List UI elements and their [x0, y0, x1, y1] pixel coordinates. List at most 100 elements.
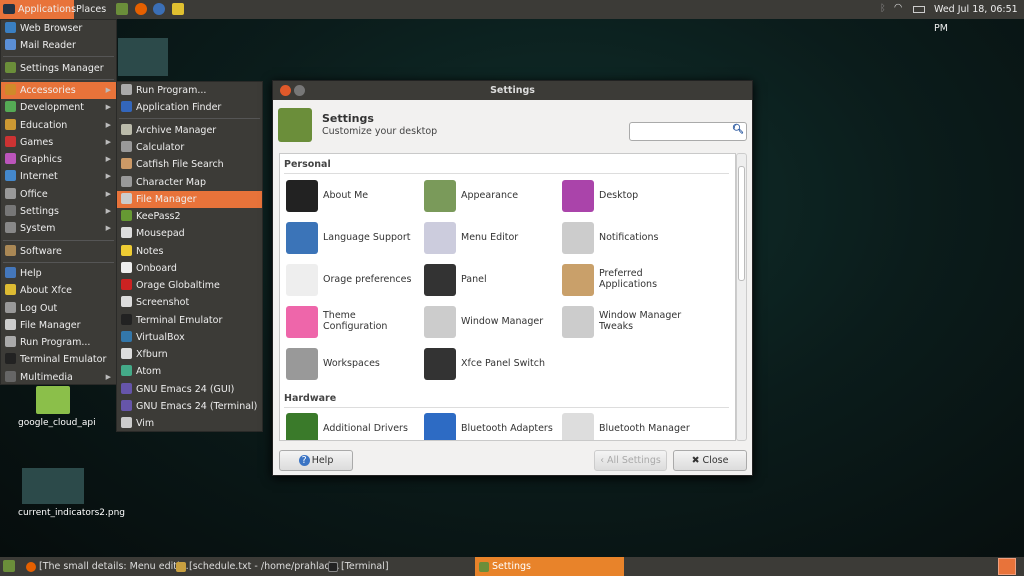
settings-item-theme-configuration[interactable]: Theme Configuration [286, 306, 422, 340]
close-window-button[interactable] [280, 85, 291, 96]
menu-item-help[interactable]: Help [1, 265, 116, 282]
menu-item-settings-manager[interactable]: Settings Manager [1, 60, 116, 77]
menu-item-mousepad[interactable]: Mousepad [117, 225, 262, 242]
settings-item-icon [424, 413, 456, 440]
menu-item-games[interactable]: Games ▶ [1, 134, 116, 151]
workspace-switcher[interactable] [998, 558, 1016, 575]
menu-item-software[interactable]: Software [1, 243, 116, 260]
menu-item-file-manager[interactable]: File Manager [1, 317, 116, 334]
menu-item-internet[interactable]: Internet ▶ [1, 168, 116, 185]
app-icon [5, 22, 16, 33]
menu-item-about-xfce[interactable]: About Xfce [1, 282, 116, 299]
menu-item-label: Calculator [136, 142, 185, 153]
task-editor[interactable]: [schedule.txt - /home/prahlad... [176, 557, 340, 576]
menu-item-settings[interactable]: Settings ▶ [1, 203, 116, 220]
desktop-icon-google-cloud-api[interactable]: google_cloud_api [18, 386, 96, 428]
menu-item-xfburn[interactable]: Xfburn [117, 346, 262, 363]
task-settings[interactable]: Settings [475, 557, 624, 576]
help-button[interactable]: ? Help [279, 450, 353, 471]
taskbar: [The small details: Menu editi... [sched… [0, 557, 1024, 576]
settings-item-workspaces[interactable]: Workspaces [286, 348, 422, 382]
menu-item-vim[interactable]: Vim [117, 415, 262, 432]
chevron-right-icon: ▶ [105, 155, 111, 163]
teapot-icon[interactable] [172, 3, 184, 15]
menu-item-notes[interactable]: Notes [117, 243, 262, 260]
task-terminal[interactable]: [Terminal] [328, 557, 418, 576]
settings-item-icon [562, 306, 594, 338]
menu-item-archive-manager[interactable]: Archive Manager [117, 122, 262, 139]
menu-item-mail-reader[interactable]: Mail Reader [1, 37, 116, 54]
settings-item-window-manager-tweaks[interactable]: Window Manager Tweaks [562, 306, 698, 340]
settings-item-preferred-applications[interactable]: Preferred Applications [562, 264, 698, 298]
settings-item-bluetooth-manager[interactable]: Bluetooth Manager [562, 413, 698, 440]
menu-item-accessories[interactable]: Accessories ▶ [1, 82, 116, 99]
menu-item-virtualbox[interactable]: VirtualBox [117, 329, 262, 346]
menu-item-orage-globaltime[interactable]: Orage Globaltime [117, 277, 262, 294]
settings-item-orage-preferences[interactable]: Orage preferences [286, 264, 422, 298]
menu-item-keepass2[interactable]: KeePass2 [117, 208, 262, 225]
clock[interactable]: Wed Jul 18, 06:51 PM [934, 0, 1024, 38]
scrollbar-thumb[interactable] [738, 166, 745, 281]
settings-item-about-me[interactable]: About Me [286, 180, 422, 214]
applications-menu-button[interactable]: Applications [0, 0, 76, 19]
settings-item-xfce-panel-switch[interactable]: Xfce Panel Switch [424, 348, 560, 382]
menu-item-system[interactable]: System ▶ [1, 220, 116, 237]
menu-item-onboard[interactable]: Onboard [117, 260, 262, 277]
all-settings-button[interactable]: ‹ All Settings [594, 450, 667, 471]
firefox-icon[interactable] [135, 3, 147, 15]
search-input[interactable] [629, 122, 747, 141]
maximize-window-button[interactable] [294, 85, 305, 96]
menu-item-file-manager[interactable]: File Manager [117, 191, 262, 208]
app-icon [121, 245, 132, 256]
scrollbar[interactable] [736, 153, 747, 441]
wifi-icon[interactable]: ◠ [894, 2, 902, 13]
menu-item-calculator[interactable]: Calculator [117, 139, 262, 156]
close-button[interactable]: ✖ Close [673, 450, 747, 471]
menu-item-graphics[interactable]: Graphics ▶ [1, 151, 116, 168]
settings-item-menu-editor[interactable]: Menu Editor [424, 222, 560, 256]
settings-item-appearance[interactable]: Appearance [424, 180, 560, 214]
settings-item-bluetooth-adapters[interactable]: Bluetooth Adapters [424, 413, 560, 440]
show-desktop-icon[interactable] [3, 560, 15, 572]
menu-item-gnu-emacs-24-terminal-[interactable]: GNU Emacs 24 (Terminal) [117, 398, 262, 415]
settings-item-panel[interactable]: Panel [424, 264, 560, 298]
settings-item-desktop[interactable]: Desktop [562, 180, 698, 214]
task-browser[interactable]: [The small details: Menu editi... [26, 557, 189, 576]
thunderbird-icon[interactable] [153, 3, 165, 15]
settings-manager-icon[interactable] [116, 3, 128, 15]
settings-item-notifications[interactable]: Notifications [562, 222, 698, 256]
settings-item-window-manager[interactable]: Window Manager [424, 306, 560, 340]
menu-item-education[interactable]: Education ▶ [1, 117, 116, 134]
menu-item-screenshot[interactable]: Screenshot [117, 294, 262, 311]
category-heading: Personal [284, 159, 331, 170]
menu-item-log-out[interactable]: Log Out [1, 300, 116, 317]
menu-item-terminal-emulator[interactable]: Terminal Emulator [1, 351, 116, 368]
menu-item-gnu-emacs-24-gui-[interactable]: GNU Emacs 24 (GUI) [117, 381, 262, 398]
app-icon [121, 210, 132, 221]
menu-item-development[interactable]: Development ▶ [1, 99, 116, 116]
menu-item-catfish-file-search[interactable]: Catfish File Search [117, 156, 262, 173]
menu-item-multimedia[interactable]: Multimedia ▶ [1, 369, 116, 386]
app-icon [121, 383, 132, 394]
menu-item-application-finder[interactable]: Application Finder [117, 99, 262, 116]
settings-item-language-support[interactable]: Language Support [286, 222, 422, 256]
menu-item-character-map[interactable]: Character Map [117, 174, 262, 191]
settings-item-icon [286, 413, 318, 440]
editor-icon [176, 561, 186, 572]
menu-item-office[interactable]: Office ▶ [1, 186, 116, 203]
menu-item-atom[interactable]: Atom [117, 363, 262, 380]
bluetooth-icon[interactable]: ᛒ [880, 3, 886, 14]
chevron-right-icon: ▶ [105, 103, 111, 111]
places-menu-button[interactable]: Places [76, 0, 106, 19]
menu-item-label: Mousepad [136, 228, 185, 239]
menu-item-terminal-emulator[interactable]: Terminal Emulator [117, 312, 262, 329]
settings-item-additional-drivers[interactable]: Additional Drivers [286, 413, 422, 440]
app-icon [5, 267, 16, 278]
menu-item-run-program-[interactable]: Run Program... [1, 334, 116, 351]
menu-item-run-program-[interactable]: Run Program... [117, 82, 262, 99]
battery-icon[interactable] [913, 6, 925, 13]
menu-item-web-browser[interactable]: Web Browser [1, 20, 116, 37]
desktop-icon-current-indicators[interactable]: current_indicators2.png [18, 468, 125, 518]
menu-item-label: Log Out [20, 303, 58, 314]
back-icon: ‹ [600, 455, 608, 466]
